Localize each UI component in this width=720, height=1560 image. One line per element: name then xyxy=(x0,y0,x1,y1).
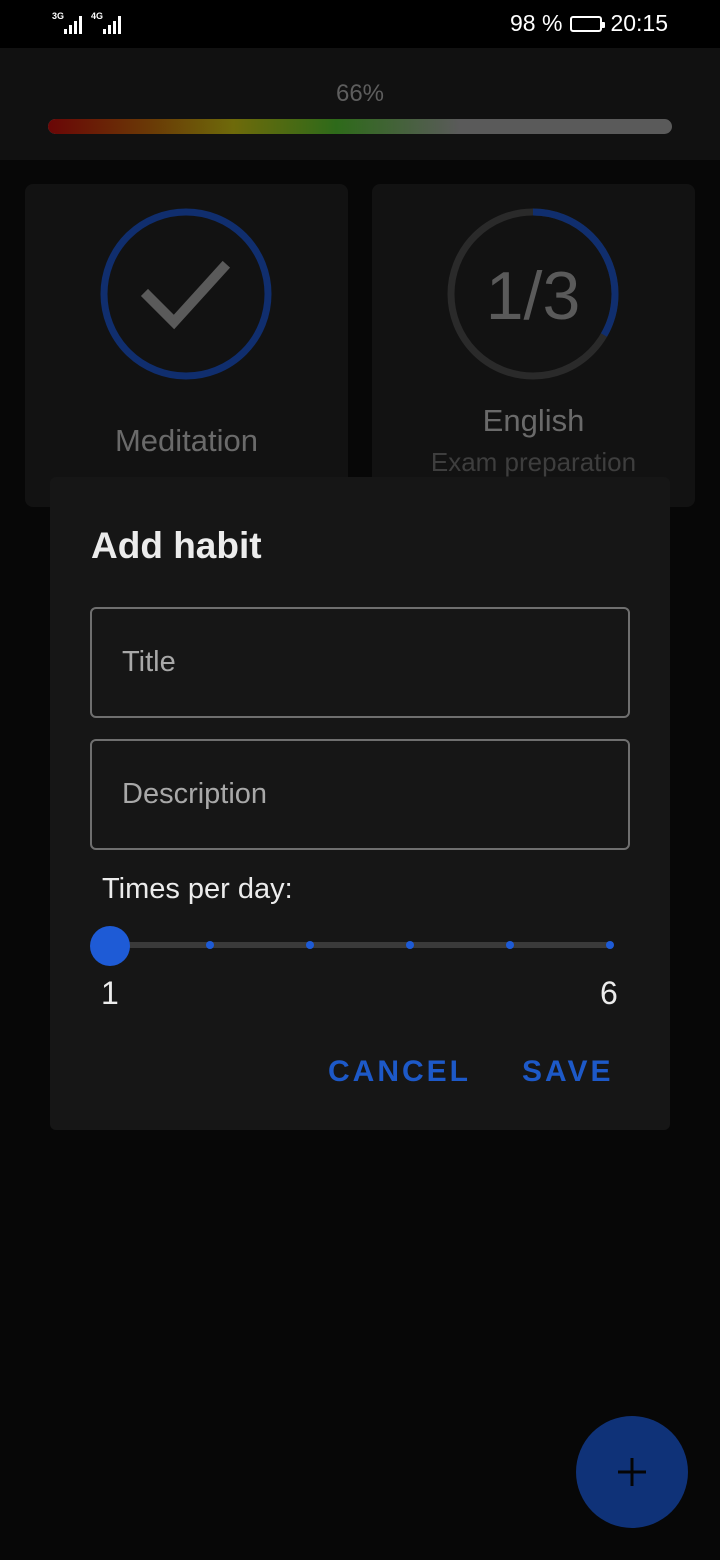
habit-progress-ring: 1/3 xyxy=(447,208,619,380)
overall-progress-fill xyxy=(48,119,460,134)
status-right: 98 % 20:15 xyxy=(510,10,668,37)
description-input[interactable] xyxy=(92,741,628,848)
save-button[interactable]: SAVE xyxy=(522,1055,613,1089)
network-type-1: 3G xyxy=(52,11,65,21)
slider-tick xyxy=(606,941,614,949)
slider-tick xyxy=(306,941,314,949)
slider-tick xyxy=(206,941,214,949)
habit-progress-text: 1/3 xyxy=(486,258,581,334)
slider-max-label: 6 xyxy=(600,975,618,1011)
title-field[interactable] xyxy=(90,607,630,718)
habit-title: English xyxy=(482,403,585,438)
description-field[interactable] xyxy=(90,739,630,850)
status-bar: 3G 4G 98 % 20:15 xyxy=(0,0,720,48)
habit-title: Meditation xyxy=(114,423,259,458)
habit-card-meditation[interactable]: Meditation xyxy=(25,184,348,507)
overall-progress-bar xyxy=(48,119,672,134)
add-habit-fab[interactable] xyxy=(576,1416,688,1528)
check-icon xyxy=(140,260,231,330)
battery-icon xyxy=(570,15,606,32)
habit-description: Exam preparation xyxy=(430,447,637,477)
slider-track[interactable] xyxy=(110,942,610,948)
ring-complete xyxy=(100,208,272,380)
clock: 20:15 xyxy=(610,10,668,36)
battery-percent: 98 % xyxy=(510,10,563,36)
network-type-2: 4G xyxy=(91,11,104,21)
dialog-title: Add habit xyxy=(91,525,262,566)
title-input[interactable] xyxy=(92,609,628,716)
overall-progress: 66% xyxy=(0,48,720,160)
slider-thumb[interactable] xyxy=(90,926,130,966)
slider-tick xyxy=(506,941,514,949)
habit-card-english[interactable]: 1/3 English Exam preparation xyxy=(372,184,695,507)
app-screen: 3G 4G 98 % 20:15 66% Meditation 1/3 Engl… xyxy=(0,0,720,1560)
times-per-day-label: Times per day: xyxy=(102,873,293,905)
plus-icon xyxy=(618,1458,646,1486)
times-per-day-slider[interactable] xyxy=(90,926,630,966)
overall-progress-label: 66% xyxy=(335,80,385,107)
slider-min-label: 1 xyxy=(101,975,119,1011)
habit-progress-ring xyxy=(100,208,272,380)
add-habit-dialog: Add habit Times per day: 1 6 CANCEL SAVE xyxy=(50,477,670,1130)
slider-tick xyxy=(406,941,414,949)
cancel-button[interactable]: CANCEL xyxy=(328,1055,471,1089)
